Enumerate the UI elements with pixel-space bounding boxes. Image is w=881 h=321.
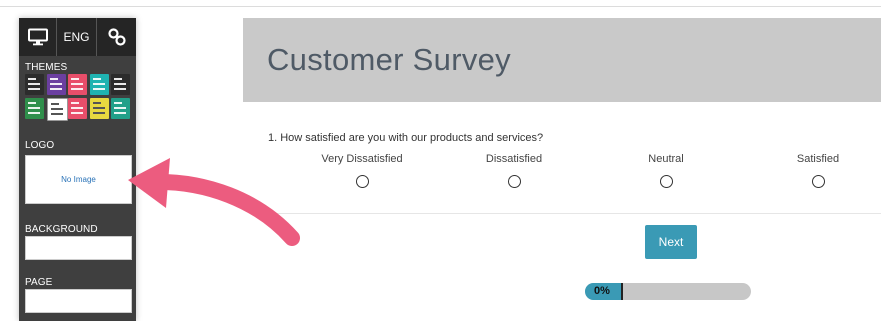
- pointer-arrow-icon: [128, 158, 300, 246]
